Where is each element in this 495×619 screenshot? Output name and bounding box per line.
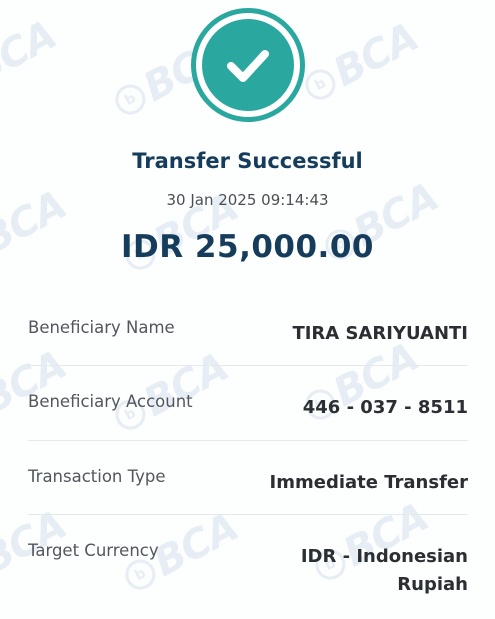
transfer-details: Beneficiary Name TIRA SARIYUANTI Benefic… bbox=[28, 292, 468, 619]
detail-value: Immediate Transfer bbox=[269, 472, 468, 493]
detail-label: Transaction Type bbox=[28, 467, 166, 486]
detail-row-transaction-type: Transaction Type Immediate Transfer bbox=[28, 441, 468, 515]
transfer-receipt: BCA b BCA b BCA BCA b BCA b BCA BCA b BCA b BC… bbox=[0, 0, 495, 619]
detail-label: Beneficiary Account bbox=[28, 392, 193, 411]
transaction-datetime: 30 Jan 2025 09:14:43 bbox=[166, 191, 329, 209]
detail-value: 446 - 037 - 8511 bbox=[302, 397, 468, 418]
detail-value: TIRA SARIYUANTI bbox=[292, 323, 468, 344]
status-title: Transfer Successful bbox=[132, 149, 363, 173]
check-icon bbox=[227, 50, 269, 82]
detail-row-target-currency: Target Currency IDR - Indonesian Rupiah bbox=[28, 515, 468, 619]
bca-watermark: BCA bbox=[0, 12, 64, 94]
detail-row-beneficiary-account: Beneficiary Account 446 - 037 - 8511 bbox=[28, 366, 468, 441]
detail-label: Beneficiary Name bbox=[28, 318, 175, 337]
bca-watermark: b BCA bbox=[296, 14, 425, 112]
detail-label: Target Currency bbox=[28, 541, 159, 560]
detail-row-beneficiary-name: Beneficiary Name TIRA SARIYUANTI bbox=[28, 292, 468, 366]
transfer-amount: IDR 25,000.00 bbox=[121, 229, 374, 265]
detail-value: IDR - Indonesian Rupiah bbox=[300, 546, 468, 595]
success-badge bbox=[191, 8, 305, 122]
